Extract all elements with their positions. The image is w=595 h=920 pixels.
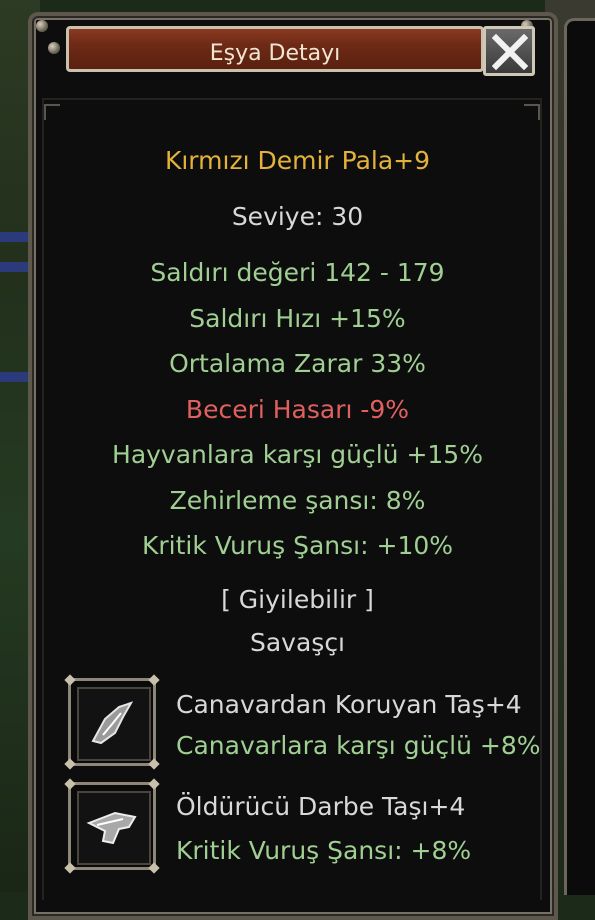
item-stat-line: Ortalama Zarar 33% [169, 349, 426, 378]
item-stat-line: Zehirleme şansı: 8% [169, 486, 426, 515]
stone-slot[interactable] [64, 778, 160, 874]
close-button[interactable] [483, 26, 535, 76]
item-name: Kırmızı Demir Pala+9 [164, 146, 431, 175]
stone-bonus: Canavarlara karşı güçlü +8% [176, 731, 541, 760]
rivet-icon [48, 42, 60, 54]
wearable-label: [ Giyilebilir ] [221, 585, 374, 614]
stone-bonus: Kritik Vuruş Şansı: +8% [176, 836, 472, 865]
item-stat-line: Hayvanlara karşı güçlü +15% [112, 440, 483, 469]
item-stat-line: Kritik Vuruş Şansı: +10% [141, 531, 454, 560]
frame-corner [44, 104, 60, 120]
stone-name: Canavardan Koruyan Taş+4 [176, 690, 522, 719]
stone-name: Öldürücü Darbe Taşı+4 [176, 792, 466, 821]
item-stat-line: Saldırı Hızı +15% [189, 304, 406, 333]
stone-icon [91, 701, 134, 745]
close-icon [492, 34, 528, 70]
window-titlebar[interactable]: Eşya Detayı [66, 26, 484, 72]
item-stat-line: Beceri Hasarı -9% [185, 395, 410, 424]
frame-corner [524, 104, 540, 120]
stone-slot[interactable] [64, 674, 160, 770]
window-title: Eşya Detayı [209, 41, 341, 66]
item-stat-line: Saldırı değeri 142 - 179 [150, 258, 445, 287]
stone-icon [86, 811, 137, 845]
class-label: Savaşçı [249, 628, 346, 657]
rivet-icon [36, 20, 48, 32]
item-level: Seviye: 30 [231, 202, 364, 231]
